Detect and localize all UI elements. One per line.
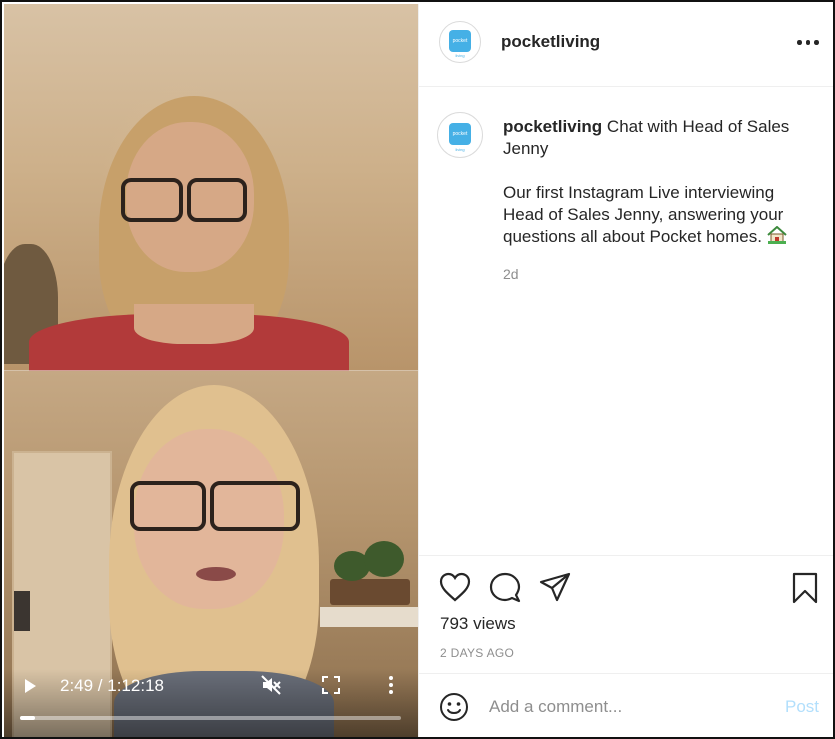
caption: pocketliving Chat with Head of Sales Jen… [503, 116, 803, 248]
caption-username[interactable]: pocketliving [503, 117, 602, 136]
dot [797, 40, 802, 45]
shelf [320, 607, 418, 627]
video-player[interactable]: 2:49 / 1:12:18 [4, 4, 418, 737]
glasses-left [121, 178, 183, 222]
video-participant-top [4, 4, 418, 384]
brand-logo-sub: living [455, 147, 465, 152]
caption-avatar[interactable]: pocket living [437, 112, 483, 158]
emoji-icon[interactable] [439, 692, 469, 722]
post-button[interactable]: Post [785, 697, 819, 717]
post-modal: 2:49 / 1:12:18 pocket living pocketlivin… [0, 0, 835, 739]
video-progress-bar[interactable] [20, 716, 401, 720]
more-options-icon[interactable] [797, 40, 819, 46]
post-sidebar: pocket living pocketliving pocket living… [418, 4, 833, 737]
bookmark-icon[interactable] [791, 572, 819, 604]
post-date[interactable]: 2 DAYS AGO [440, 646, 514, 660]
caption-body: Our first Instagram Live interviewing He… [503, 183, 784, 246]
caption-age[interactable]: 2d [503, 266, 519, 282]
comment-bar: Post [419, 673, 833, 737]
neck [134, 304, 254, 344]
header-username[interactable]: pocketliving [501, 32, 600, 52]
house-with-garden-icon [767, 226, 787, 244]
comment-icon[interactable] [489, 572, 521, 604]
fullscreen-icon[interactable] [322, 676, 340, 694]
caption-heading: pocketliving Chat with Head of Sales Jen… [503, 116, 803, 160]
door-handle [14, 591, 30, 631]
glasses-right [187, 178, 247, 222]
view-count[interactable]: 793 views [440, 614, 516, 634]
glasses-right [210, 481, 300, 531]
mouth [196, 567, 236, 581]
caption-body-wrap: Our first Instagram Live interviewing He… [503, 182, 803, 248]
avatar[interactable]: pocket living [439, 21, 481, 63]
video-time: 2:49 / 1:12:18 [60, 676, 164, 695]
plant-leaves [364, 541, 404, 577]
brand-logo-icon: pocket [449, 123, 471, 145]
dot [805, 40, 810, 45]
heart-icon[interactable] [439, 572, 471, 602]
more-options-vertical-icon[interactable] [387, 675, 395, 695]
share-icon[interactable] [539, 572, 571, 602]
play-icon[interactable] [22, 678, 38, 694]
glasses-left [130, 481, 206, 531]
video-progress-fill [20, 716, 35, 720]
brand-logo-icon: pocket [449, 30, 471, 52]
dot [814, 40, 819, 45]
volume-muted-icon[interactable] [260, 674, 282, 696]
brand-logo-sub: living [455, 53, 465, 58]
plant-pot [330, 579, 410, 605]
post-header: pocket living pocketliving [419, 4, 833, 87]
comment-input[interactable] [489, 694, 769, 720]
